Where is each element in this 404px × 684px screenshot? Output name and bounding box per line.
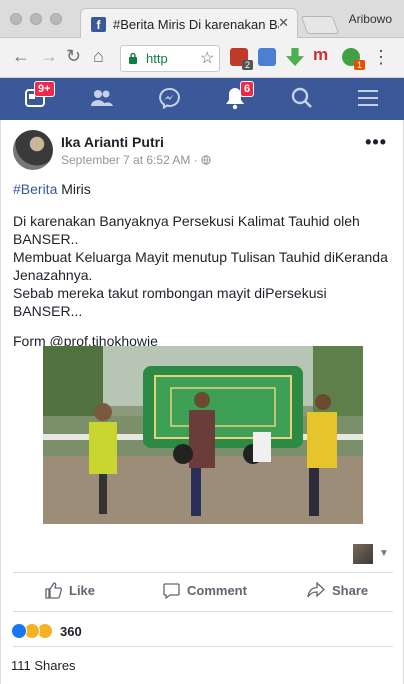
minimize-window-button[interactable] — [30, 13, 42, 25]
like-label: Like — [69, 583, 96, 598]
comment-label: Comment — [187, 583, 247, 598]
post-timestamp[interactable]: September 7 at 6:52 AM — [61, 153, 190, 167]
facebook-nav-bar: 9+ 6 — [0, 78, 404, 120]
share-arrow-icon — [307, 582, 325, 598]
extension-translate-icon[interactable] — [258, 48, 276, 66]
post-options-button[interactable]: ••• — [365, 132, 387, 153]
post-photo[interactable] — [43, 346, 363, 524]
extension-grammar-icon[interactable]: 1 — [342, 48, 365, 70]
url-text: http — [146, 51, 168, 66]
tab-title: #Berita Miris Di karenakan Ba — [113, 17, 279, 32]
post-title-text: Miris — [57, 181, 91, 197]
notifications-badge: 6 — [240, 81, 255, 97]
menu-hamburger-icon[interactable] — [358, 89, 378, 112]
hashtag-link[interactable]: #Berita — [13, 181, 57, 197]
home-icon[interactable]: ⌂ — [93, 46, 104, 67]
reactions-summary[interactable]: 360 — [11, 622, 82, 640]
like-button[interactable]: Like — [45, 582, 95, 599]
post-body: #Berita Miris Di karenakan Banyaknya Per… — [13, 180, 393, 364]
divider — [13, 572, 393, 573]
browser-toolbar: ← → ↻ ⌂ http ☆ 2 m 1 ⋮ — [0, 38, 404, 78]
author-avatar[interactable] — [13, 130, 53, 170]
funeral-procession-image — [43, 346, 363, 524]
meta-separator: · — [193, 153, 198, 167]
share-button[interactable]: Share — [307, 582, 368, 598]
back-arrow-icon[interactable]: ← — [12, 46, 30, 67]
extension-badge: 2 — [241, 60, 253, 70]
globe-icon — [201, 153, 211, 167]
extension-m-icon[interactable]: m — [313, 45, 331, 64]
viewer-avatar[interactable] — [353, 544, 373, 564]
browser-profile-name[interactable]: Aribowo — [349, 12, 392, 26]
like-reaction-icon — [11, 623, 27, 639]
post-meta: September 7 at 6:52 AM · — [61, 153, 211, 167]
friends-icon[interactable] — [91, 89, 113, 112]
post-card: Ika Arianti Putri September 7 at 6:52 AM… — [0, 120, 404, 684]
messenger-icon[interactable] — [158, 87, 180, 114]
tab-close-icon[interactable]: ✕ — [278, 15, 289, 31]
zoom-window-button[interactable] — [50, 13, 62, 25]
close-window-button[interactable] — [10, 13, 22, 25]
post-paragraph: Di karenakan Banyaknya Persekusi Kalimat… — [13, 213, 388, 319]
reaction-count: 360 — [60, 623, 82, 639]
author-name[interactable]: Ika Arianti Putri — [61, 134, 164, 150]
facebook-favicon-icon: f — [91, 17, 106, 32]
browser-titlebar: f #Berita Miris Di karenakan Ba ✕ Aribow… — [0, 0, 404, 39]
lock-icon — [129, 52, 137, 64]
browser-menu-icon[interactable]: ⋮ — [372, 47, 390, 68]
divider — [13, 646, 393, 647]
comment-icon — [163, 583, 180, 599]
forward-arrow-icon[interactable]: → — [40, 46, 58, 67]
share-label: Share — [332, 582, 369, 598]
extension-badge: 1 — [353, 60, 365, 70]
extension-shield-icon[interactable]: 2 — [230, 48, 253, 70]
feed-badge: 9+ — [34, 81, 55, 97]
divider — [13, 611, 393, 612]
comment-button[interactable]: Comment — [163, 582, 247, 599]
post-title-line: #Berita Miris — [13, 180, 393, 198]
bookmark-star-icon[interactable]: ☆ — [200, 48, 214, 68]
reload-icon[interactable]: ↻ — [66, 46, 81, 67]
shares-count[interactable]: 111 Shares — [11, 658, 76, 673]
thumbs-up-icon — [45, 582, 62, 599]
chevron-down-icon[interactable]: ▼ — [379, 548, 389, 559]
browser-tab[interactable]: f #Berita Miris Di karenakan Ba ✕ — [80, 8, 298, 39]
search-icon[interactable] — [291, 87, 313, 114]
new-tab-button[interactable] — [300, 16, 340, 34]
extension-download-icon[interactable] — [286, 48, 304, 66]
